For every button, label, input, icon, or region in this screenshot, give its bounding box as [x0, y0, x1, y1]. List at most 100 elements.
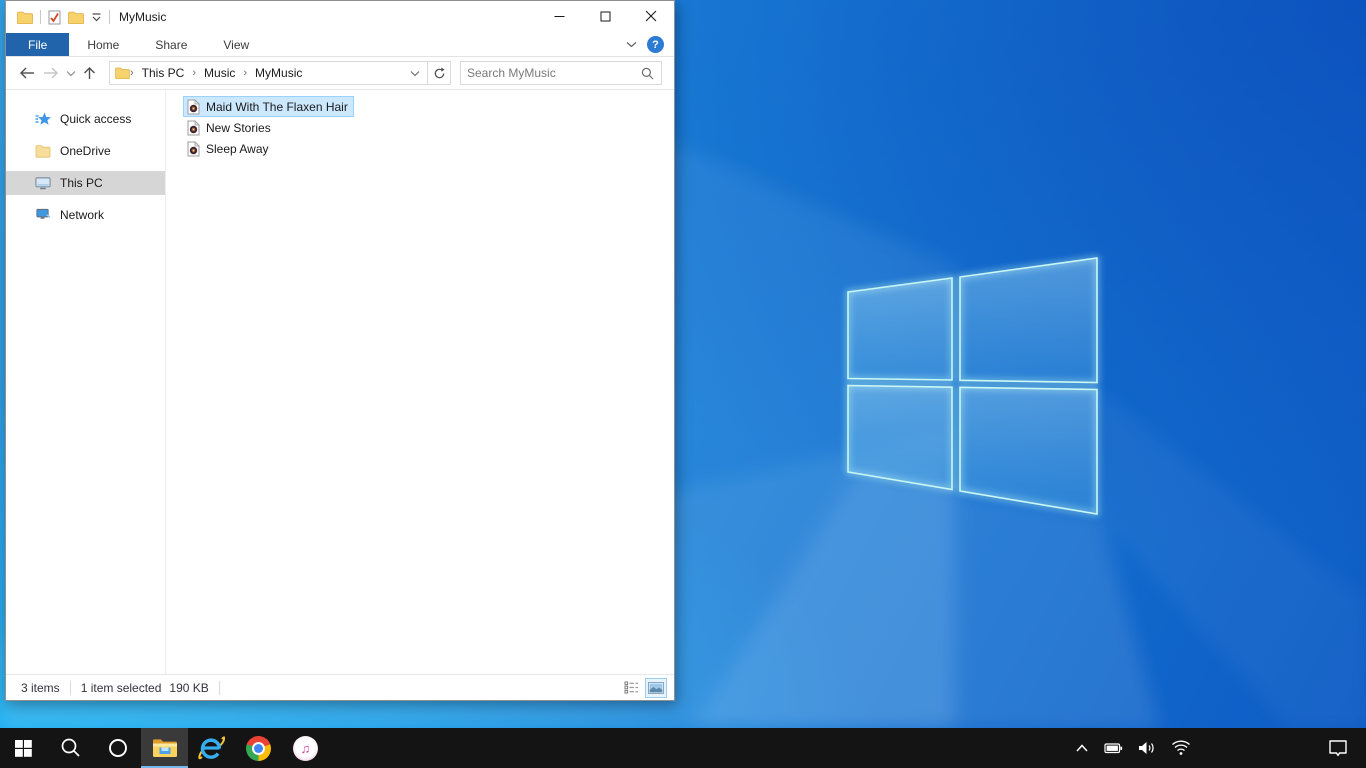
taskbar: ♫ [0, 728, 1366, 768]
chrome-taskbar-button[interactable] [235, 728, 282, 768]
onedrive-folder-icon [35, 143, 51, 159]
file-name: New Stories [206, 120, 271, 135]
action-center-button[interactable] [1328, 739, 1348, 757]
items-count: 3 items [21, 680, 60, 695]
quick-access-star-icon [35, 111, 51, 127]
cortana-button[interactable] [94, 728, 141, 768]
file-row[interactable]: New Stories [183, 117, 277, 138]
large-icons-view-button[interactable] [645, 677, 667, 698]
sidebar-item-label: Network [60, 208, 105, 222]
back-button[interactable] [18, 66, 36, 80]
system-tray [1075, 728, 1366, 768]
thumbnail-view-icon [648, 681, 664, 694]
forward-button[interactable] [42, 66, 60, 80]
breadcrumb-separator: › [243, 67, 248, 79]
file-list: Maid With The Flaxen Hair New Stories Sl… [166, 90, 674, 674]
music-file-icon [187, 98, 200, 114]
sidebar-item-label: Quick access [60, 112, 132, 126]
file-row[interactable]: Maid With The Flaxen Hair [183, 96, 354, 117]
view-switcher [621, 677, 667, 698]
ribbon-tabs: File Home Share View ? [6, 33, 674, 57]
navigation-pane: Quick access OneDrive This PC Network [6, 90, 166, 674]
breadcrumb-separator: › [130, 67, 134, 79]
breadcrumb-item-mymusic[interactable]: MyMusic [253, 66, 304, 80]
divider [40, 10, 41, 24]
ribbon-collapse-chevron-icon[interactable] [626, 41, 637, 48]
search-box [460, 61, 662, 85]
hidden-icons-chevron[interactable] [1075, 743, 1089, 753]
qat-new-folder-button[interactable] [68, 11, 84, 24]
chevron-down-icon [410, 71, 420, 77]
file-explorer-icon [152, 739, 177, 757]
file-name: Maid With The Flaxen Hair [206, 99, 348, 114]
breadcrumb-item-this-pc[interactable]: This PC [140, 66, 187, 80]
file-explorer-taskbar-button[interactable] [141, 728, 188, 768]
recent-locations-chevron-icon[interactable] [66, 70, 76, 77]
help-button[interactable]: ? [647, 36, 664, 53]
search-input[interactable] [461, 62, 639, 84]
qat-customize-chevron-icon[interactable] [91, 12, 102, 22]
status-bar: 3 items 1 item selected 190 KB [6, 674, 674, 700]
breadcrumb: › This PC › Music › MyMusic [130, 66, 403, 80]
selection-count: 1 item selected [80, 680, 162, 695]
search-icon [61, 738, 80, 757]
taskbar-search-button[interactable] [47, 728, 94, 768]
tabs-right-controls: ? [626, 33, 674, 56]
internet-explorer-icon [198, 736, 225, 760]
file-row[interactable]: Sleep Away [183, 138, 275, 159]
network-icon [35, 207, 51, 223]
window-title: MyMusic [119, 10, 167, 24]
itunes-taskbar-button[interactable]: ♫ [282, 728, 329, 768]
tab-view[interactable]: View [205, 33, 267, 56]
cortana-circle-icon [108, 739, 127, 757]
refresh-icon [434, 66, 445, 78]
address-dropdown-button[interactable] [403, 66, 427, 80]
divider [69, 680, 71, 695]
sidebar-item-label: OneDrive [60, 144, 111, 158]
sidebar-item-onedrive[interactable]: OneDrive [6, 139, 165, 163]
details-view-button[interactable] [621, 679, 641, 697]
chrome-icon-center [254, 743, 263, 753]
sidebar-item-quick-access[interactable]: Quick access [6, 107, 165, 131]
breadcrumb-item-music[interactable]: Music [202, 66, 237, 80]
tab-home[interactable]: Home [69, 33, 137, 56]
sidebar-item-label: This PC [60, 176, 103, 190]
this-pc-monitor-icon [35, 175, 51, 191]
music-file-icon [187, 119, 200, 135]
volume-icon[interactable] [1138, 740, 1156, 756]
maximize-button[interactable] [582, 1, 628, 31]
action-center-icon [1329, 740, 1347, 757]
search-icon[interactable] [639, 67, 661, 80]
sidebar-item-network[interactable]: Network [6, 203, 165, 227]
tab-file[interactable]: File [6, 33, 70, 56]
quick-access-toolbar [17, 10, 110, 25]
refresh-button[interactable] [428, 61, 451, 85]
tab-share[interactable]: Share [137, 33, 205, 56]
divider [218, 680, 220, 695]
address-bar[interactable]: › This PC › Music › MyMusic [109, 61, 428, 85]
maximize-icon [600, 11, 610, 21]
wifi-icon[interactable] [1171, 740, 1191, 756]
sidebar-item-this-pc[interactable]: This PC [6, 171, 165, 195]
address-toolbar: › This PC › Music › MyMusic [6, 57, 674, 90]
close-button[interactable] [628, 1, 674, 31]
battery-icon[interactable] [1104, 740, 1123, 756]
window-main: Quick access OneDrive This PC Network Ma… [6, 90, 674, 674]
music-file-icon [187, 140, 200, 156]
folder-icon [17, 11, 33, 24]
up-button[interactable] [82, 65, 97, 81]
details-view-icon [624, 681, 638, 694]
minimize-button[interactable] [536, 1, 582, 31]
itunes-icon: ♫ [293, 735, 318, 761]
selection-size: 190 KB [169, 680, 209, 695]
divider [109, 10, 110, 24]
file-name: Sleep Away [206, 141, 269, 156]
window-controls [536, 1, 674, 33]
close-icon [645, 10, 657, 22]
breadcrumb-separator: › [192, 67, 197, 79]
address-folder-icon [115, 67, 130, 79]
internet-explorer-taskbar-button[interactable] [188, 728, 235, 768]
start-button[interactable] [0, 728, 47, 768]
qat-properties-button[interactable] [48, 10, 61, 25]
chrome-icon [246, 735, 271, 761]
